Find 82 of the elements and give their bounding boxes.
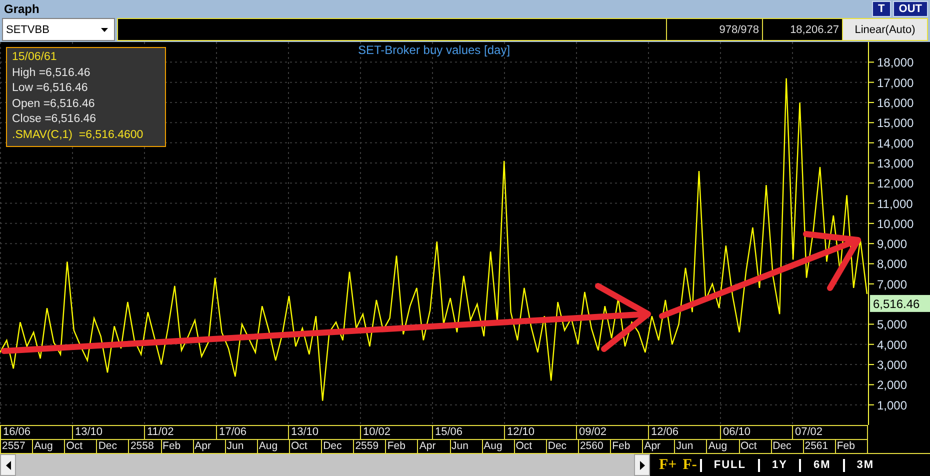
title-button[interactable]: OUT: [892, 1, 928, 17]
range-button[interactable]: 1Y: [758, 458, 800, 472]
axis-label: 18,000: [877, 56, 914, 70]
date-label: 11/02: [144, 426, 216, 439]
title-button[interactable]: T: [872, 1, 891, 17]
date-label: 13/10: [72, 426, 144, 439]
month-label: Dec: [770, 440, 803, 453]
caret-icon: [101, 28, 108, 32]
axis-label: 9,000: [877, 237, 908, 252]
axis-label: 7,000: [877, 277, 908, 292]
axis-label: 4,000: [877, 338, 908, 352]
month-label: Oct: [288, 440, 322, 453]
month-label: 2561: [802, 440, 835, 453]
month-label: Aug: [482, 440, 514, 453]
range-button[interactable]: FULL: [700, 458, 758, 472]
month-label: Dec: [96, 440, 128, 453]
right-arrow-icon: [640, 460, 644, 470]
info-line: High =6,516.46: [12, 66, 92, 80]
month-label: 2557: [0, 440, 32, 453]
axis-label: 17,000: [877, 76, 914, 90]
month-label: Jun: [674, 440, 706, 453]
month-label: Oct: [738, 440, 771, 453]
month-label: Feb: [834, 440, 867, 453]
axis-label: 2,000: [877, 378, 908, 392]
symbol-dropdown[interactable]: SETVBB: [2, 18, 115, 41]
axis-label: 14,000: [877, 136, 914, 150]
month-label: Apr: [192, 440, 225, 453]
left-arrow-icon: [6, 460, 10, 470]
month-label: 2559: [353, 440, 386, 453]
month-label: 2558: [128, 440, 161, 453]
date-label: 12/06: [648, 426, 720, 439]
month-label: Apr: [417, 440, 450, 453]
readout-text: Linear(Auto): [842, 19, 927, 40]
scrollbar[interactable]: [0, 454, 650, 476]
month-label: Aug: [256, 440, 289, 453]
axis-label: 5,000: [877, 318, 908, 332]
readout-text: 978/978: [666, 19, 762, 40]
date-label: 06/10: [720, 426, 792, 439]
scroll-right-button[interactable]: [634, 454, 650, 476]
axis-label: 8,000: [877, 257, 908, 272]
chart-title: SET-Broker buy values [day]: [358, 43, 510, 57]
date-label: 10/02: [360, 426, 432, 439]
month-label: Dec: [546, 440, 578, 453]
month-label: Aug: [32, 440, 64, 453]
window-title: Graph: [4, 2, 40, 16]
current-value-tag: 6,516.46: [870, 294, 930, 312]
info-line: 15/06/61: [12, 50, 58, 65]
axis-label: 15,000: [877, 116, 914, 130]
axis-label: 12,000: [877, 176, 914, 191]
date-label: 13/10: [288, 426, 360, 439]
month-label: Oct: [514, 440, 546, 453]
axis-label: 1,000: [877, 398, 908, 412]
range-button[interactable]: 6M: [799, 458, 843, 472]
date-label: 12/10: [504, 426, 576, 439]
axis-label: 10,000: [877, 216, 914, 231]
info-line: Open =6,516.46: [12, 96, 96, 112]
range-button[interactable]: 3M: [842, 458, 886, 472]
axis-label: 16,000: [877, 96, 914, 110]
month-label: Dec: [321, 440, 354, 453]
zoom-button[interactable]: F-: [680, 456, 700, 474]
date-label: 07/02: [792, 426, 864, 439]
month-label: Apr: [642, 440, 674, 453]
date-label: 09/02: [576, 426, 648, 439]
month-label: Oct: [64, 440, 96, 453]
axis-label: 3,000: [877, 358, 908, 372]
axis-label: 11,000: [877, 196, 913, 211]
month-label: Jun: [224, 440, 257, 453]
month-label: Aug: [706, 440, 739, 453]
month-label: Jun: [450, 440, 482, 453]
info-line: .SMAV(C,1) =6,516.4600: [12, 128, 144, 142]
month-label: Feb: [385, 440, 418, 453]
date-label: 17/06: [216, 426, 288, 439]
axis-label: 13,000: [877, 156, 914, 170]
month-label: Feb: [610, 440, 642, 453]
month-label: Feb: [160, 440, 193, 453]
info-line: Low =6,516.46: [12, 81, 89, 96]
scroll-left-button[interactable]: [0, 454, 16, 476]
date-label: 16/06: [0, 426, 72, 439]
month-label: 2560: [578, 440, 610, 453]
info-line: Close =6,516.46: [12, 112, 98, 127]
date-label: 15/06: [432, 426, 504, 439]
zoom-button[interactable]: F+: [656, 456, 680, 474]
